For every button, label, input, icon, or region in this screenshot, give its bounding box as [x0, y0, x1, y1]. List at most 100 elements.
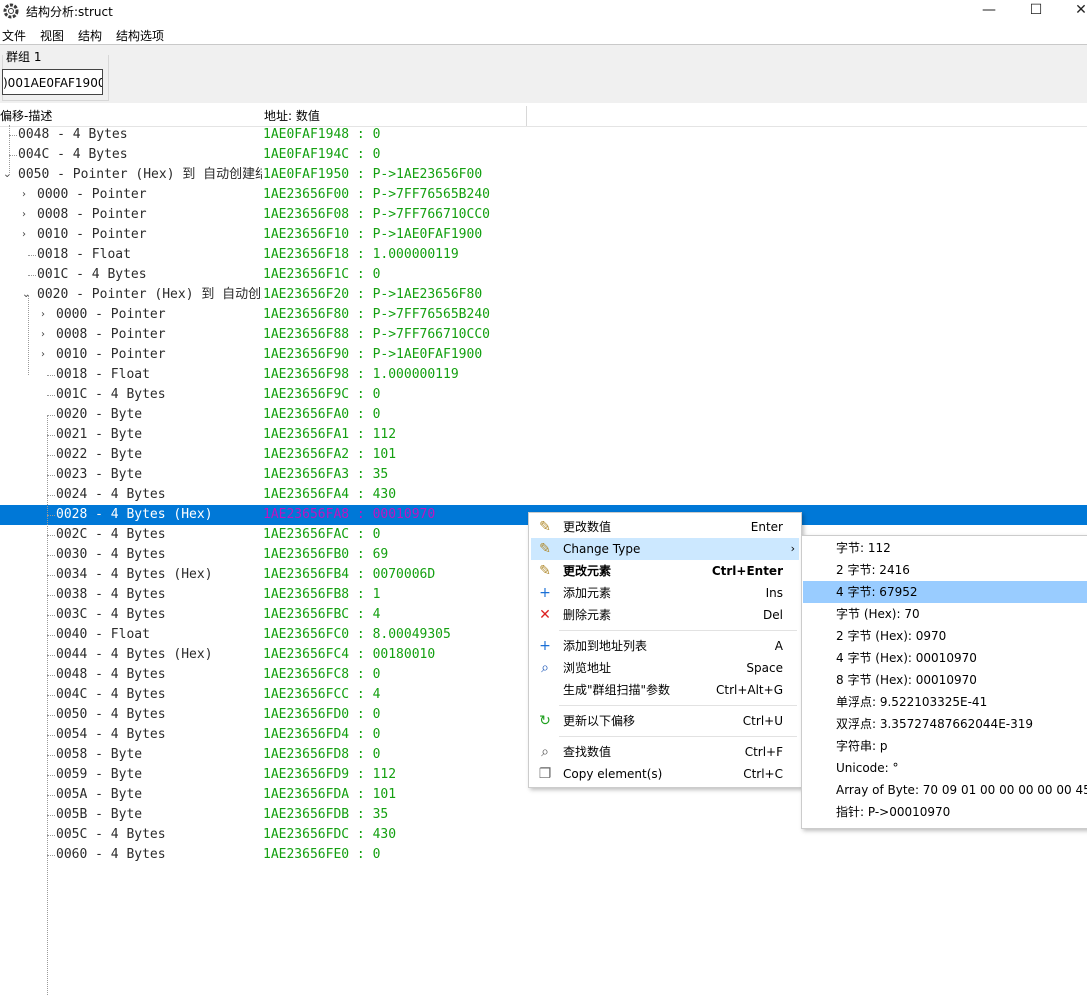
menu-structure-options[interactable]: 结构选项	[116, 27, 164, 44]
tree-row[interactable]: 0008 - Pointer 1AE23656F08 : P->7FF766710…	[0, 205, 1087, 225]
tree-row[interactable]: 0020 - Byte 1AE23656FA0 : 0	[0, 405, 1087, 425]
expand-toggle-icon[interactable]: ›	[41, 305, 45, 325]
tree-row[interactable]: 004C - 4 Bytes 1AE0FAF194C : 0	[0, 145, 1087, 165]
row-value: 1AE23656F90 : P->1AE0FAF1900	[263, 347, 483, 362]
tree-row[interactable]: 0010 - Pointer 1AE23656F10 : P->1AE0FAF19…	[0, 225, 1087, 245]
type-option-item[interactable]: 2 字节: 2416	[803, 559, 1087, 581]
row-description: 0022 - Byte	[56, 447, 143, 462]
menu-item-shortcut: Del	[763, 608, 783, 622]
type-option-label: 字符串: p	[836, 739, 930, 753]
minimize-button[interactable]: —	[966, 0, 1012, 22]
row-description: 005A - Byte	[56, 787, 143, 802]
row-value: 1AE23656FA3 : 35	[263, 467, 389, 482]
tree-row[interactable]: 0010 - Pointer 1AE23656F90 : P->1AE0FAF19…	[0, 345, 1087, 365]
binoculars-icon: ⌕	[541, 660, 549, 676]
group-address-input[interactable]: )001AE0FAF1900	[2, 69, 103, 95]
update-offsets-item[interactable]: ↻ 更新以下偏移 Ctrl+U	[531, 710, 799, 732]
menu-item-label: 更改数值	[563, 520, 612, 534]
column-divider[interactable]	[526, 106, 527, 126]
maximize-button[interactable]: ☐	[1013, 0, 1059, 22]
row-value: 1AE23656FD4 : 0	[263, 727, 381, 742]
tree-branch-line	[47, 395, 55, 396]
expand-toggle-icon[interactable]: ›	[41, 345, 45, 365]
tree-branch-line	[47, 575, 55, 576]
type-option-item[interactable]: 双浮点: 3.35727487662044E-319	[803, 713, 1087, 735]
type-option-label: 指针: P->00010970	[836, 805, 951, 819]
cheat-engine-icon	[3, 3, 19, 19]
tree-row[interactable]: 0048 - 4 Bytes 1AE0FAF1948 : 0	[0, 125, 1087, 145]
add-element-item[interactable]: + 添加元素 Ins	[531, 582, 799, 604]
collapse-toggle-icon[interactable]: ⌄	[3, 165, 11, 185]
copy-icon: ❐	[538, 766, 552, 782]
expand-toggle-icon[interactable]: ›	[22, 185, 26, 205]
tree-row[interactable]: 0018 - Float 1AE23656F98 : 1.000000119	[0, 365, 1087, 385]
tree-row[interactable]: 001C - 4 Bytes 1AE23656F1C : 0	[0, 265, 1087, 285]
type-option-item[interactable]: Unicode: °	[803, 757, 1087, 779]
row-description: 0028 - 4 Bytes (Hex)	[56, 507, 213, 522]
menu-item-shortcut: Ctrl+F	[744, 745, 783, 759]
menu-item-label: 删除元素	[563, 608, 612, 622]
type-option-item[interactable]: 4 字节 (Hex): 00010970	[803, 647, 1087, 669]
menu-separator	[559, 705, 797, 706]
menu-item-shortcut: Ctrl+Alt+G	[715, 683, 783, 697]
tree-row[interactable]: 0018 - Float 1AE23656F18 : 1.000000119	[0, 245, 1087, 265]
type-option-label: 2 字节 (Hex): 0970	[836, 629, 947, 643]
type-option-item[interactable]: 单浮点: 9.522103325E-41	[803, 691, 1087, 713]
row-description: 0034 - 4 Bytes (Hex)	[56, 567, 213, 582]
tree-row[interactable]: 0024 - 4 Bytes 1AE23656FA4 : 430	[0, 485, 1087, 505]
type-option-item[interactable]: Array of Byte: 70 09 01 00 00 00 00 00 4…	[803, 779, 1087, 801]
tree-row[interactable]: 0020 - Pointer (Hex) 到 自动创建结构体1AE23656F2…	[0, 285, 1087, 305]
type-option-item[interactable]: 字符串: p	[803, 735, 1087, 757]
type-option-item[interactable]: 2 字节 (Hex): 0970	[803, 625, 1087, 647]
tree-branch-line	[47, 555, 55, 556]
generate-group-scan-item[interactable]: 生成"群组扫描"参数 Ctrl+Alt+G	[531, 679, 799, 701]
collapse-toggle-icon[interactable]: ⌄	[22, 285, 30, 305]
type-option-item[interactable]: 字节: 112	[803, 537, 1087, 559]
menu-item-label: 更新以下偏移	[563, 714, 636, 728]
type-option-item[interactable]: 指针: P->00010970	[803, 801, 1087, 823]
close-button[interactable]: ✕	[1058, 0, 1087, 22]
expand-toggle-icon[interactable]: ›	[41, 325, 45, 345]
type-option-label: 字节 (Hex): 70	[836, 607, 920, 621]
row-description: 0044 - 4 Bytes (Hex)	[56, 647, 213, 662]
type-option-item[interactable]: 4 字节: 67952	[803, 581, 1087, 603]
expand-toggle-icon[interactable]: ›	[22, 225, 26, 245]
tree-branch-line	[47, 675, 55, 676]
edit-icon: ✎	[539, 563, 551, 579]
find-value-item[interactable]: ⌕ 查找数值 Ctrl+F	[531, 741, 799, 763]
row-description: 001C - 4 Bytes	[56, 387, 166, 402]
column-header-offset[interactable]: 偏移-描述	[0, 106, 52, 126]
tree-row[interactable]: 0050 - Pointer (Hex) 到 自动创建结构体1AE0FAF195…	[0, 165, 1087, 185]
tree-row[interactable]: 001C - 4 Bytes 1AE23656F9C : 0	[0, 385, 1087, 405]
type-option-item[interactable]: 8 字节 (Hex): 00010970	[803, 669, 1087, 691]
tree-row[interactable]: 0022 - Byte 1AE23656FA2 : 101	[0, 445, 1087, 465]
change-element-item[interactable]: ✎ 更改元素 Ctrl+Enter	[531, 560, 799, 582]
menu-structure[interactable]: 结构	[78, 27, 102, 44]
delete-element-item[interactable]: ✕ 删除元素 Del	[531, 604, 799, 626]
row-description: 0058 - Byte	[56, 747, 143, 762]
row-value: 1AE23656F18 : 1.000000119	[263, 247, 459, 262]
type-option-label: 8 字节 (Hex): 00010970	[836, 673, 977, 687]
copy-elements-item[interactable]: ❐ Copy element(s) Ctrl+C	[531, 763, 799, 785]
row-value: 1AE23656F88 : P->7FF766710CC0	[263, 327, 490, 342]
tree-row[interactable]: 0000 - Pointer 1AE23656F80 : P->7FF76565B…	[0, 305, 1087, 325]
tree-row[interactable]: 0000 - Pointer 1AE23656F00 : P->7FF76565B…	[0, 185, 1087, 205]
row-value: 1AE23656FC8 : 0	[263, 667, 381, 682]
tree-row[interactable]: 0060 - 4 Bytes 1AE23656FE0 : 0	[0, 845, 1087, 865]
row-value: 1AE23656FD9 : 112	[263, 767, 397, 782]
change-value-item[interactable]: ✎ 更改数值 Enter	[531, 516, 799, 538]
menu-file[interactable]: 文件	[2, 27, 26, 44]
type-option-item[interactable]: 字节 (Hex): 70	[803, 603, 1087, 625]
change-type-item[interactable]: ✎ Change Type ›	[531, 538, 799, 560]
tree-row[interactable]: 0008 - Pointer 1AE23656F88 : P->7FF766710…	[0, 325, 1087, 345]
tree-row[interactable]: 0021 - Byte 1AE23656FA1 : 112	[0, 425, 1087, 445]
row-description: 005C - 4 Bytes	[56, 827, 166, 842]
menu-view[interactable]: 视图	[40, 27, 64, 44]
column-header-address[interactable]: 地址: 数值	[264, 106, 320, 126]
row-description: 0008 - Pointer	[56, 327, 166, 342]
tree-row[interactable]: 0023 - Byte 1AE23656FA3 : 35	[0, 465, 1087, 485]
add-to-address-list-item[interactable]: + 添加到地址列表 A	[531, 635, 799, 657]
expand-toggle-icon[interactable]: ›	[22, 205, 26, 225]
row-value: 1AE23656FD0 : 0	[263, 707, 381, 722]
browse-address-item[interactable]: ⌕ 浏览地址 Space	[531, 657, 799, 679]
